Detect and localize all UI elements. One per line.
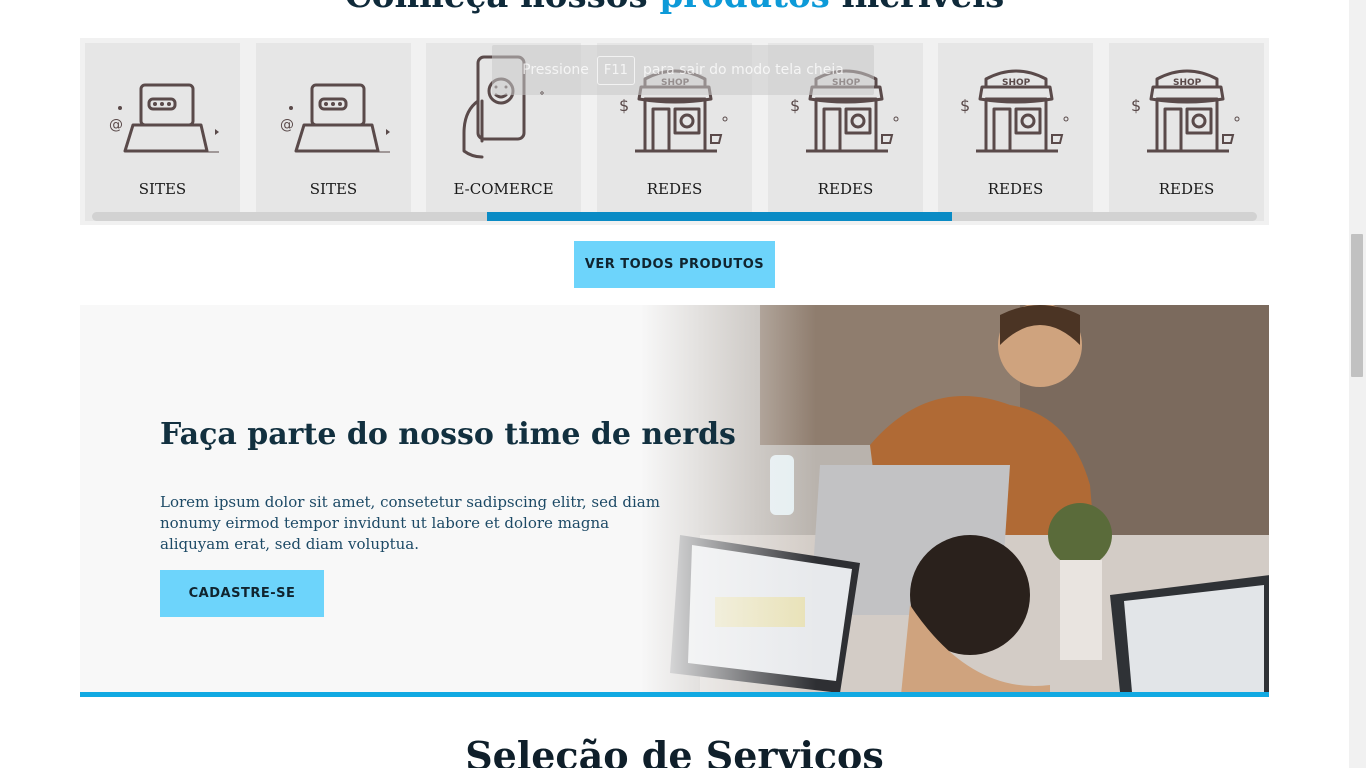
laptop-icon: @ [109,83,219,153]
join-team-section: Faça parte do nosso time de nerds Lorem … [80,305,1269,692]
svg-text:$: $ [960,96,970,115]
toast-prefix: Pressione [522,62,589,78]
signup-button[interactable]: CADASTRE-SE [160,570,324,617]
product-card[interactable]: SHOP $ REDES [938,43,1093,221]
product-label: REDES [987,180,1044,198]
svg-text:@: @ [280,117,294,133]
svg-text:$: $ [619,96,629,115]
svg-text:@: @ [109,117,123,133]
products-heading-accent: produtos [659,0,829,16]
svg-text:$: $ [1131,96,1141,115]
product-label: REDES [646,180,703,198]
team-photo [640,305,1269,692]
toast-suffix: para sair do modo tela cheia [642,62,844,78]
svg-text:$: $ [790,96,800,115]
product-label: REDES [1158,180,1215,198]
hero-text: Lorem ipsum dolor sit amet, consetetur s… [160,493,660,553]
product-card[interactable]: SHOP $ REDES [1109,43,1264,221]
page-scrollbar-thumb[interactable] [1351,234,1363,377]
shop-icon: SHOP $ [960,69,1069,153]
products-heading-start: Conheça nossos [345,0,648,16]
products-heading: Conheça nossos produtos incríveis [0,0,1349,16]
product-card[interactable]: @ SITES [85,43,240,221]
product-label: REDES [817,180,874,198]
laptop-icon: @ [280,83,390,153]
view-all-products-button[interactable]: VER TODOS PRODUTOS [574,241,775,288]
product-label: SITES [138,180,187,198]
products-heading-end: incríveis [842,0,1005,16]
product-label: E-COMERCE [453,180,554,198]
shop-icon: SHOP $ [1131,69,1240,153]
svg-text:SHOP: SHOP [1002,78,1031,88]
product-card[interactable]: @ SITES [256,43,411,221]
svg-text:SHOP: SHOP [1173,78,1202,88]
fullscreen-toast: Pressione F11 para sair do modo tela che… [492,45,874,95]
services-heading: Seleção de Serviços [465,733,884,768]
toast-key: F11 [596,55,635,85]
section-divider [80,692,1269,697]
hero-title: Faça parte do nosso time de nerds [160,417,736,452]
carousel-scroll-thumb[interactable] [487,212,952,221]
product-label: SITES [309,180,358,198]
page-scrollbar[interactable] [1349,0,1366,768]
